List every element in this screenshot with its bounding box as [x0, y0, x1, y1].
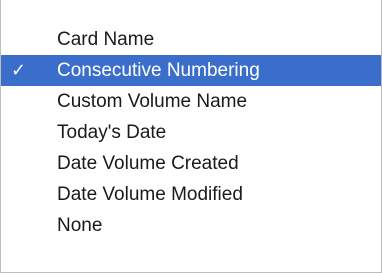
menu-item-date-volume-created[interactable]: Date Volume Created [1, 148, 381, 179]
menu-item-custom-volume-name[interactable]: Custom Volume Name [1, 86, 381, 117]
menu-item-label: Date Volume Modified [57, 184, 243, 205]
menu-item-label: Custom Volume Name [57, 91, 248, 112]
menu-item-label: Date Volume Created [57, 153, 239, 174]
menu-list: Card Name ✓ Consecutive Numbering Custom… [1, 24, 381, 241]
menu-item-card-name[interactable]: Card Name [1, 24, 381, 55]
menu-item-none[interactable]: None [1, 210, 381, 241]
menu-item-label: Card Name [57, 29, 155, 50]
menu-item-label: Consecutive Numbering [57, 60, 260, 81]
menu-item-todays-date[interactable]: Today's Date [1, 117, 381, 148]
menu-item-date-volume-modified[interactable]: Date Volume Modified [1, 179, 381, 210]
menu-item-consecutive-numbering[interactable]: ✓ Consecutive Numbering [1, 55, 381, 86]
popup-menu: Card Name ✓ Consecutive Numbering Custom… [0, 0, 382, 273]
menu-item-label: Today's Date [57, 122, 167, 143]
checkmark-icon: ✓ [11, 60, 27, 81]
menu-item-label: None [57, 215, 103, 236]
